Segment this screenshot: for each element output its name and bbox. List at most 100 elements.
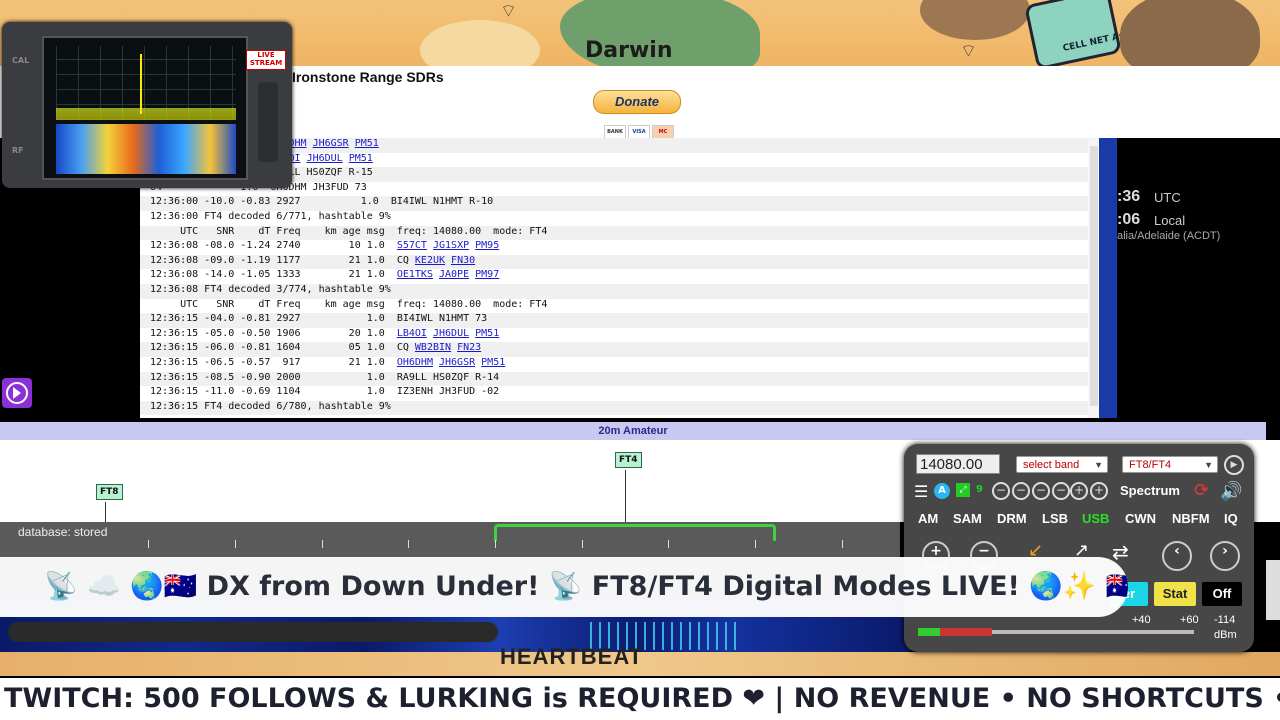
log-row: 12:36:15 -06.0 -0.81 1604 05 1.0 CQ WB2B… xyxy=(140,342,1090,357)
callsign-link[interactable]: PM51 xyxy=(349,153,373,164)
a-button[interactable]: A xyxy=(934,483,950,499)
zoom-out-icon[interactable]: − xyxy=(992,482,1010,500)
callsign-link[interactable]: S57CT xyxy=(397,240,427,251)
log-text: 12:36:15 -11.0 -0.69 1104 1.0 IZ3ENH JH3… xyxy=(150,386,500,398)
log-row: 12:36:08 FT4 decoded 3/774, hashtable 9% xyxy=(140,283,1090,299)
mode-nbfm[interactable]: NBFM xyxy=(1172,511,1210,526)
spectrum-button[interactable]: Spectrum xyxy=(1120,483,1180,498)
ft8-marker[interactable]: FT8 xyxy=(96,484,123,500)
callsign-link[interactable]: PM51 xyxy=(355,138,379,149)
sdr-device-overlay: CAL RF LIVE STREAM xyxy=(2,22,292,188)
log-text: 12:36:15 -04.0 -0.81 2927 1.0 BI4IWL N1H… xyxy=(150,313,488,325)
log-row: 12:36:08 -09.0 -1.19 1177 21 1.0 CQ KE2U… xyxy=(140,254,1090,270)
callsign-link[interactable]: LB4OI xyxy=(397,328,427,339)
speaker-icon[interactable]: 🔊 xyxy=(1220,481,1242,502)
log-text: 12:36:00 FT4 decoded 6/771, hashtable 9% xyxy=(150,210,391,222)
callsign-link[interactable]: KE2UK xyxy=(415,255,445,266)
page-scrollbar[interactable] xyxy=(1266,560,1280,620)
refresh-icon[interactable]: ⟳ xyxy=(1194,480,1209,501)
menu-icon[interactable]: ☰ xyxy=(914,482,928,501)
log-text: 12:36:08 -08.0 -1.24 2740 10 1.0 xyxy=(150,240,397,252)
callsign-link[interactable]: JH6DUL xyxy=(307,153,343,164)
nine-button[interactable]: 9 xyxy=(976,484,983,495)
rf-label: RF xyxy=(12,146,24,155)
twitch-banner: TWITCH: 500 FOLLOWS & LURKING is REQUIRE… xyxy=(0,678,1280,720)
band-name: 20m Amateur xyxy=(0,422,1266,440)
live-stream-badge: LIVE STREAM xyxy=(246,50,286,70)
zoom-out-icon[interactable]: − xyxy=(1052,482,1070,500)
callsign-link[interactable]: JH6GSR xyxy=(313,138,349,149)
log-row: 12:36:15 FT4 decoded 6/780, hashtable 9% xyxy=(140,400,1090,416)
timezone-label: alia/Adelaide (ACDT) xyxy=(1117,230,1221,242)
heartbeat-label: HEARTBEAT xyxy=(500,644,644,669)
callsign-link[interactable]: PM51 xyxy=(475,328,499,339)
callsign-link[interactable]: JH6DUL xyxy=(433,328,469,339)
control-panel: 14080.00 select band ▼ FT8/FT4 ▼ ▶ ☰ A ⤢ 9… xyxy=(904,444,1254,652)
callsign-link[interactable]: PM51 xyxy=(481,357,505,368)
callsign-link[interactable]: OH6DHM xyxy=(397,357,433,368)
database-status: database: stored xyxy=(18,525,108,539)
band-select[interactable]: select band ▼ xyxy=(1016,456,1108,473)
callsign-link[interactable]: JA0PE xyxy=(439,269,469,280)
chevron-right-icon[interactable]: › xyxy=(1210,541,1240,571)
zoom-in-icon[interactable]: + xyxy=(1090,482,1108,500)
callsign-link[interactable]: FN23 xyxy=(457,342,481,353)
zoom-out-icon[interactable]: − xyxy=(1032,482,1050,500)
wifi-icon: ⌔ xyxy=(960,41,977,62)
play-icon[interactable] xyxy=(2,378,32,408)
callsign-link[interactable]: WB2BIN xyxy=(415,342,451,353)
device-waterfall xyxy=(56,124,236,174)
zoom-out-icon[interactable]: − xyxy=(1012,482,1030,500)
meter-unit: dBm xyxy=(1214,629,1237,641)
mode-select[interactable]: FT8/FT4 ▼ xyxy=(1122,456,1218,473)
zoom-in-icon[interactable]: + xyxy=(1070,482,1088,500)
log-text: 12:36:00 -10.0 -0.83 2927 1.0 BI4IWL N1H… xyxy=(150,196,494,208)
log-row: 12:36:15 -04.0 -0.81 2927 1.0 BI4IWL N1H… xyxy=(140,313,1090,328)
mode-am[interactable]: AM xyxy=(918,511,938,526)
site-title: Ironstone Range SDRs xyxy=(292,69,444,85)
callsign-link[interactable]: JG1SXP xyxy=(433,240,469,251)
payment-cards: BANK VISA MC xyxy=(604,118,676,140)
log-text: 12:36:15 -08.5 -0.90 2000 1.0 RA9LL HS0Z… xyxy=(150,371,500,383)
wifi-icon: ⌔ xyxy=(500,1,517,22)
expand-icon[interactable]: ⤢ xyxy=(956,483,970,497)
device-knob xyxy=(258,82,278,162)
passband-indicator[interactable] xyxy=(494,524,776,541)
mode-iq[interactable]: IQ xyxy=(1224,511,1238,526)
mode-lsb[interactable]: LSB xyxy=(1042,511,1068,526)
play-icon[interactable]: ▶ xyxy=(1224,455,1244,475)
off-button[interactable]: Off xyxy=(1202,582,1242,606)
mode-drm[interactable]: DRM xyxy=(997,511,1027,526)
mode-cwn[interactable]: CWN xyxy=(1125,511,1156,526)
callsign-link[interactable]: JH6GSR xyxy=(439,357,475,368)
stat-button[interactable]: Stat xyxy=(1154,582,1196,606)
donate-button[interactable]: Donate xyxy=(593,90,681,114)
log-text: UTC SNR dT Freq km age msg freq: 14080.0… xyxy=(150,298,548,310)
local-label: Local xyxy=(1154,213,1186,228)
log-text: 12:36:15 -05.0 -0.50 1906 20 1.0 xyxy=(150,327,397,339)
log-row: UTC SNR dT Freq km age msg freq: 14080.0… xyxy=(140,299,1090,314)
frequency-input[interactable]: 14080.00 xyxy=(916,454,1000,474)
callsign-link[interactable]: PM97 xyxy=(475,269,499,280)
frequency-scale[interactable]: database: stored xyxy=(0,522,900,558)
swap-icon[interactable]: ⇄ xyxy=(1112,540,1129,564)
log-text: 12:36:15 -06.0 -0.81 1604 05 1.0 CQ xyxy=(150,342,415,354)
mode-usb[interactable]: USB xyxy=(1082,511,1109,526)
mode-sam[interactable]: SAM xyxy=(953,511,982,526)
callsign-link[interactable]: PM95 xyxy=(475,240,499,251)
callsign-link[interactable]: FN30 xyxy=(451,255,475,266)
utc-time: :36 xyxy=(1117,188,1141,205)
log-text: 12:36:08 -09.0 -1.19 1177 21 1.0 CQ xyxy=(150,254,415,266)
log-text: 12:36:08 FT4 decoded 3/774, hashtable 9% xyxy=(150,283,391,295)
log-row: 12:36:15 -06.5 -0.57 917 21 1.0 OH6DHM J… xyxy=(140,357,1090,372)
log-row: 12:36:08 -14.0 -1.05 1333 21 1.0 OE1TKS … xyxy=(140,269,1090,284)
utc-label: UTC xyxy=(1154,190,1181,205)
cartoon-animal xyxy=(920,0,1030,40)
clock-panel: :36 UTC :06 Local alia/Adelaide (ACDT) xyxy=(1099,138,1280,418)
callsign-link[interactable]: OE1TKS xyxy=(397,269,433,280)
chevron-left-icon[interactable]: ‹ xyxy=(1162,541,1192,571)
stream-ticker: 📡 ☁️ 🌏🇦🇺 DX from Down Under! 📡 FT8/FT4 D… xyxy=(0,557,1128,617)
log-text: 12:36:15 FT4 decoded 6/780, hashtable 9% xyxy=(150,400,391,412)
ft4-marker[interactable]: FT4 xyxy=(615,452,642,468)
log-row: 12:36:00 FT4 decoded 6/771, hashtable 9% xyxy=(140,211,1090,226)
